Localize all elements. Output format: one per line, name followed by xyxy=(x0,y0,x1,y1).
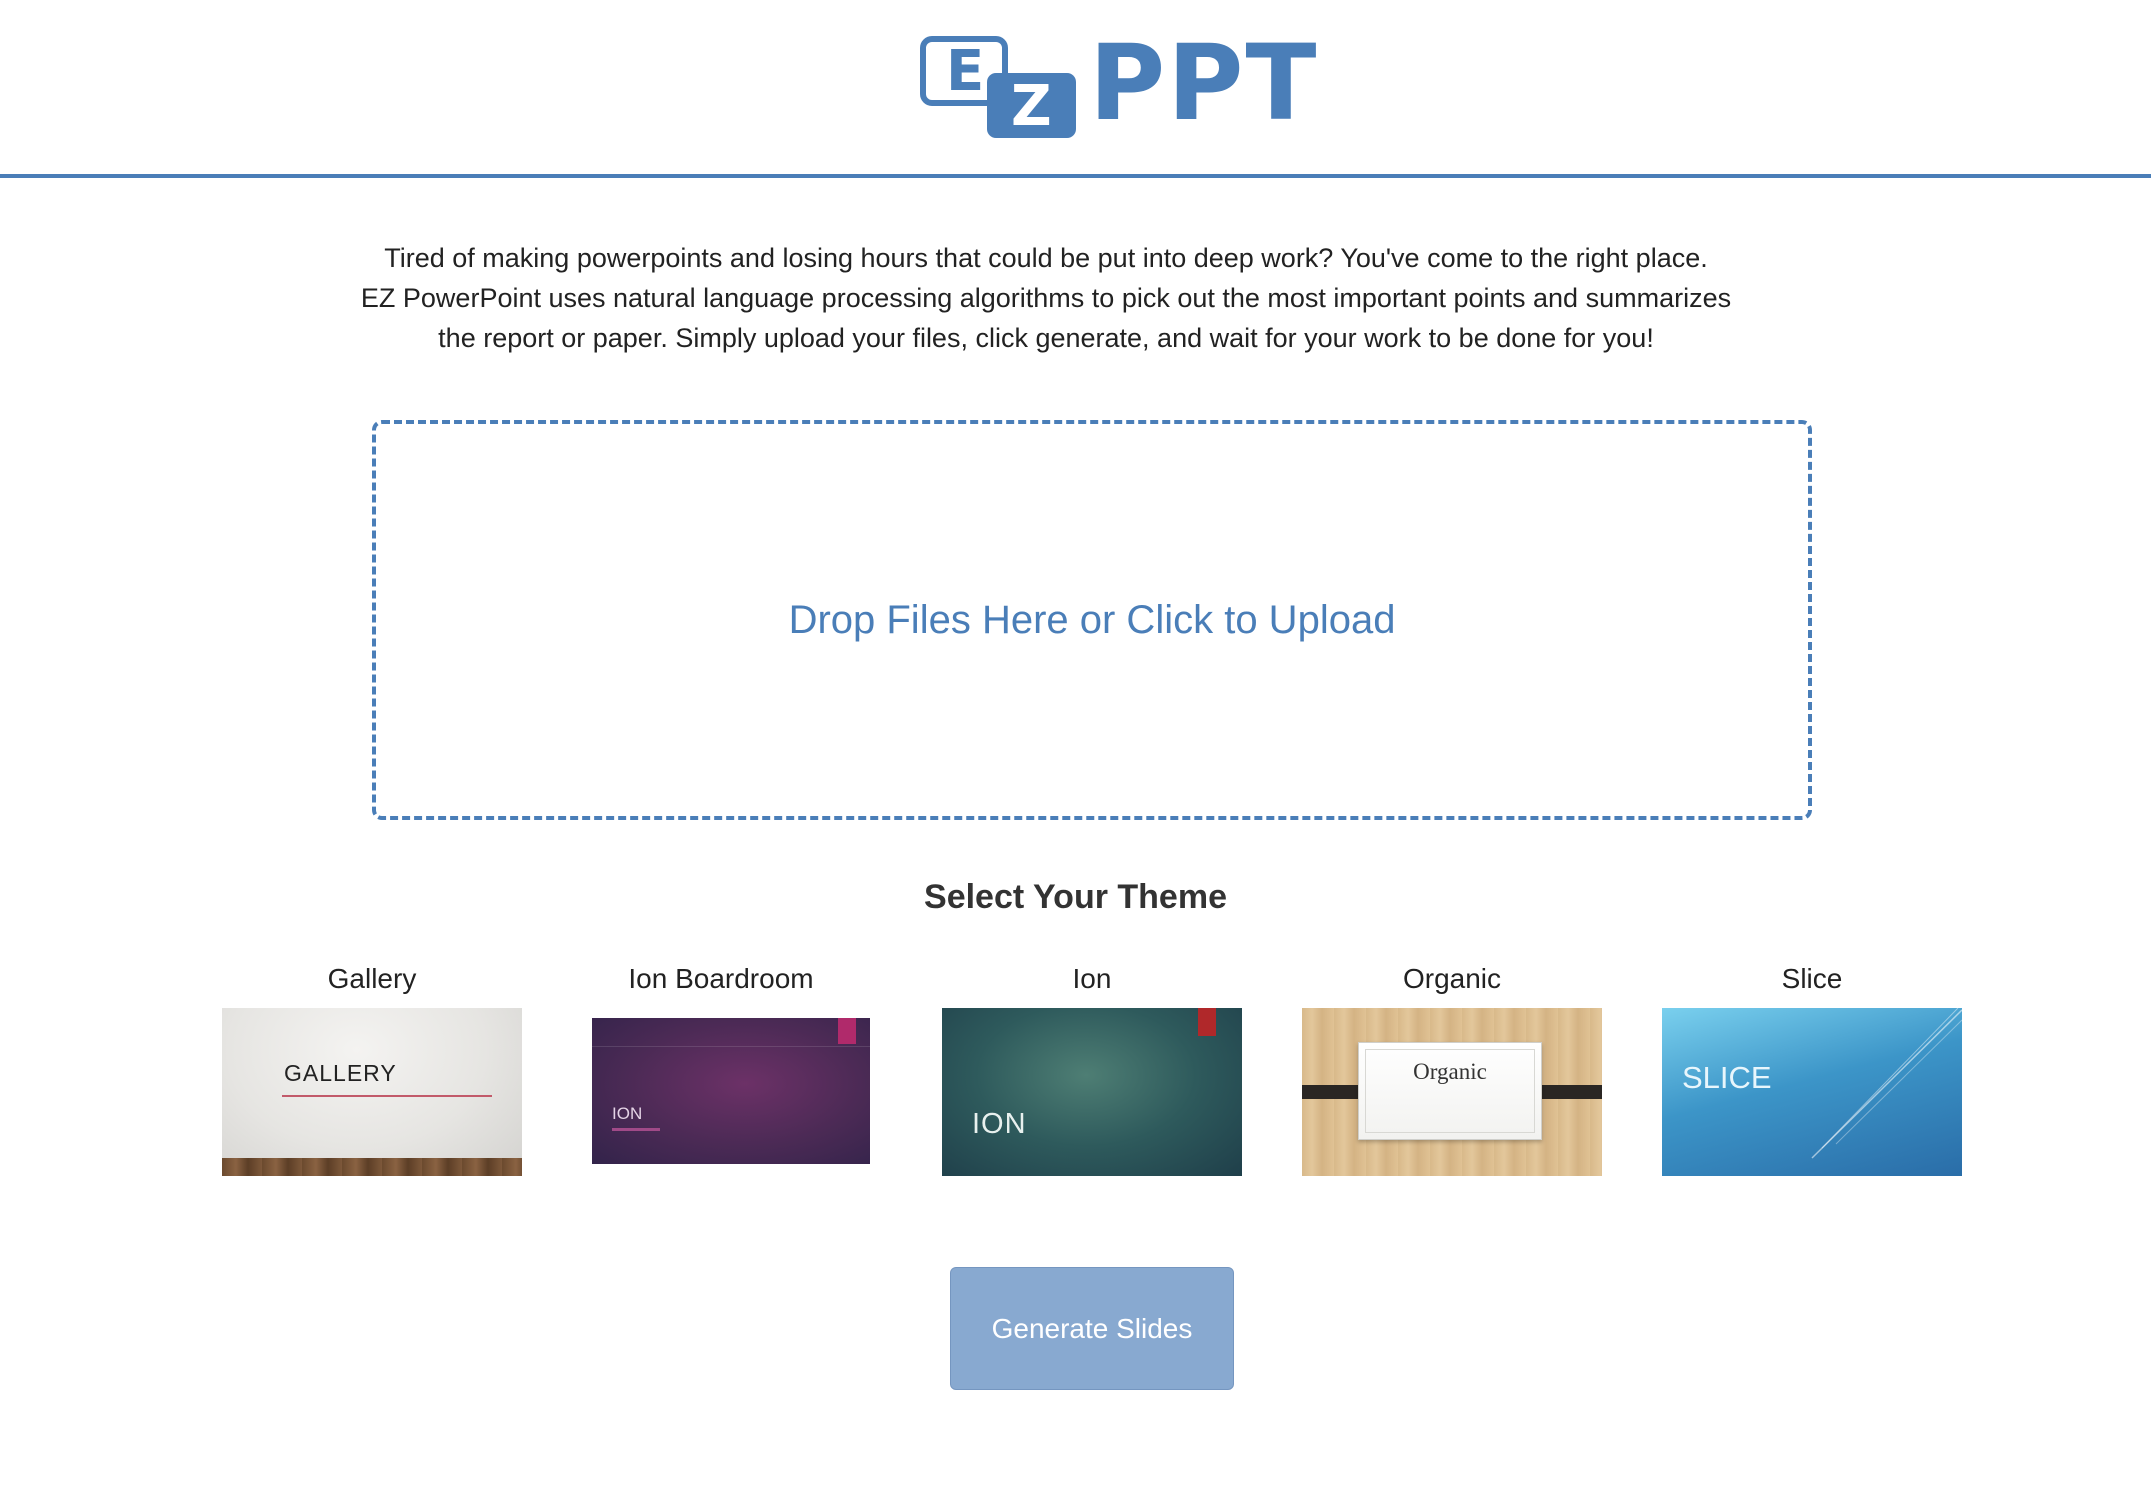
thumbnail-floor xyxy=(222,1158,522,1176)
thumbnail-title: SLICE xyxy=(1682,1060,1772,1095)
intro-text: Tired of making powerpoints and losing h… xyxy=(340,238,1752,358)
thumbnail-ribbon xyxy=(1198,1008,1216,1036)
theme-label: Ion Boardroom xyxy=(628,963,814,994)
thumbnail-line xyxy=(592,1046,870,1047)
theme-thumbnail-gallery[interactable]: GALLERY xyxy=(222,1008,522,1176)
theme-slice[interactable]: Slice SLICE xyxy=(1662,962,1962,1182)
thumbnail-subtitle-bar xyxy=(612,1128,660,1131)
thumbnail-ribbon xyxy=(838,1018,856,1044)
thumbnail-card: Organic xyxy=(1358,1042,1542,1140)
thumbnail-rule xyxy=(282,1095,492,1097)
ezppt-logo[interactable]: E Z PPT xyxy=(915,28,1316,142)
theme-thumbnail-ion[interactable]: ION xyxy=(942,1008,1242,1176)
theme-organic[interactable]: Organic Organic xyxy=(1302,962,1602,1182)
generate-slides-button[interactable]: Generate Slides xyxy=(950,1267,1234,1390)
intro-line-3: the report or paper. Simply upload your … xyxy=(438,323,1654,353)
thumbnail-title: Organic xyxy=(1413,1059,1487,1084)
theme-label: Ion xyxy=(1072,963,1112,994)
theme-ion[interactable]: Ion ION xyxy=(942,962,1242,1182)
theme-ion-boardroom[interactable]: Ion Boardroom ION xyxy=(571,962,871,1182)
dropzone-label: Drop Files Here or Click to Upload xyxy=(788,597,1396,642)
intro-line-2: EZ PowerPoint uses natural language proc… xyxy=(360,283,1732,313)
thumbnail-title: GALLERY xyxy=(284,1060,397,1086)
theme-heading: Select Your Theme xyxy=(924,878,1227,916)
thumbnail-title: ION xyxy=(972,1108,1027,1140)
logo-wordmark: PPT xyxy=(1089,22,1319,144)
theme-thumbnail-slice[interactable]: SLICE xyxy=(1662,1008,1962,1176)
theme-thumbnail-organic[interactable]: Organic xyxy=(1302,1008,1602,1176)
theme-gallery[interactable]: Gallery GALLERY xyxy=(222,962,522,1182)
logo-letter-e: E xyxy=(946,39,985,104)
logo-z-box: Z xyxy=(987,73,1076,138)
theme-thumbnail-ion-boardroom[interactable]: ION xyxy=(592,1018,870,1164)
logo-letter-z: Z xyxy=(1011,74,1052,139)
theme-label: Organic xyxy=(1402,963,1502,994)
theme-label: Slice xyxy=(1781,963,1843,994)
thumbnail-bar-right xyxy=(1540,1085,1602,1099)
site-header: E Z PPT xyxy=(0,0,2151,178)
thumbnail-bar-left xyxy=(1302,1085,1364,1099)
theme-label: Gallery xyxy=(327,963,417,994)
intro-line-1: Tired of making powerpoints and losing h… xyxy=(384,243,1708,273)
thumbnail-title: ION xyxy=(612,1104,643,1123)
file-dropzone[interactable]: Drop Files Here or Click to Upload xyxy=(372,420,1812,820)
